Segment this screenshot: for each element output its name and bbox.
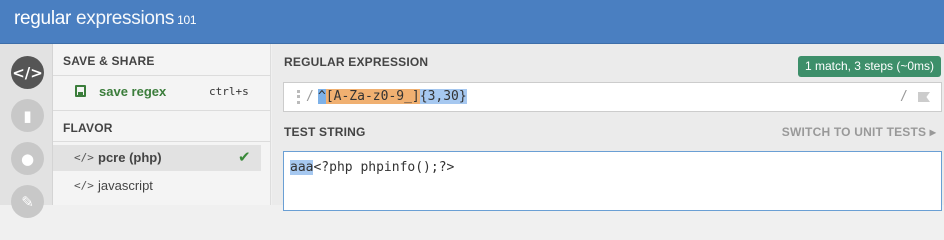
- main-panel: REGULAR EXPRESSION 1 match, 3 steps (~0m…: [272, 44, 944, 211]
- save-regex-label: save regex: [99, 84, 167, 99]
- flavor-heading: FLAVOR: [63, 121, 113, 135]
- user-icon[interactable]: ●: [11, 142, 44, 175]
- side-panel: SAVE & SHARE save regex ctrl+s FLAVOR </…: [53, 44, 271, 205]
- book-icon[interactable]: ▮: [11, 99, 44, 132]
- regex-close-delimiter: /: [900, 89, 908, 104]
- save-regex-button[interactable]: save regex ctrl+s: [53, 81, 271, 105]
- save-shortcut: ctrl+s: [209, 85, 249, 98]
- checkmark-icon: ✔: [238, 148, 251, 166]
- regex-input[interactable]: / ^[A-Za-z0-9_]{3,30} /: [283, 82, 942, 112]
- test-string-input[interactable]: aaa<?php phpinfo();?>: [283, 151, 942, 211]
- match-info-badge: 1 match, 3 steps (~0ms): [797, 56, 941, 77]
- floppy-disk-icon: [75, 85, 86, 97]
- icon-rail: </> ▮ ● ✎: [0, 44, 53, 218]
- save-share-heading: SAVE & SHARE: [63, 54, 155, 68]
- flavor-item-pcre[interactable]: </> pcre (php) ✔: [53, 145, 261, 171]
- brand-primary: regular: [14, 8, 72, 29]
- match-highlight: aaa: [290, 160, 314, 175]
- code-icon[interactable]: </>: [11, 56, 44, 89]
- divider: [53, 141, 271, 142]
- divider: [53, 110, 271, 111]
- flavor-label: javascript: [98, 178, 153, 193]
- regex-anchor-token: ^: [318, 89, 326, 104]
- brand-secondary: expressions: [71, 8, 175, 29]
- regex-heading: REGULAR EXPRESSION: [284, 55, 429, 69]
- regex-quantifier-token: {3,30}: [419, 89, 467, 104]
- drag-handle-icon[interactable]: [297, 90, 300, 104]
- divider: [53, 75, 271, 76]
- flag-icon[interactable]: [918, 92, 930, 102]
- wrench-icon[interactable]: ✎: [11, 185, 44, 218]
- code-icon: </>: [74, 151, 94, 164]
- test-string-text[interactable]: aaa<?php phpinfo();?>: [290, 160, 454, 175]
- test-string-rest: <?php phpinfo();?>: [313, 160, 455, 175]
- brand-version: 101: [174, 13, 197, 27]
- app-logo[interactable]: regular expressions 101: [14, 8, 197, 30]
- regex-charclass-token: [A-Za-z0-9_]: [325, 89, 420, 104]
- test-string-heading: TEST STRING: [284, 125, 366, 139]
- switch-unit-tests-link[interactable]: SWITCH TO UNIT TESTS ▸: [782, 125, 936, 139]
- code-icon: </>: [74, 179, 94, 192]
- regex-pattern[interactable]: ^[A-Za-z0-9_]{3,30}: [318, 89, 467, 104]
- regex-open-delimiter: /: [306, 89, 314, 104]
- flavor-label: pcre (php): [98, 150, 162, 165]
- flavor-item-javascript[interactable]: </> javascript: [53, 173, 261, 199]
- top-bar: regular expressions 101: [0, 0, 944, 44]
